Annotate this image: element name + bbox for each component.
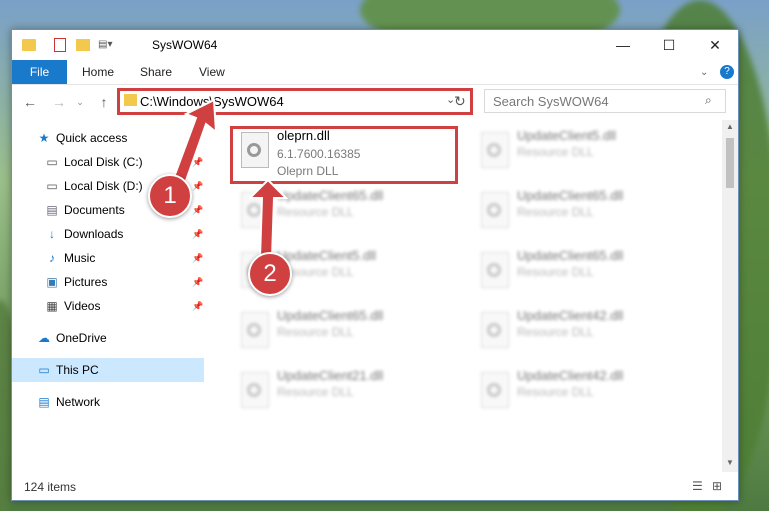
tab-file[interactable]: File xyxy=(12,60,67,84)
cloud-icon: ☁ xyxy=(38,331,50,345)
title-bar: ▤▾ SysWOW64 — ☐ ✕ xyxy=(12,30,738,60)
ribbon-tabs: File Home Share View ⌄ ? xyxy=(12,60,738,85)
step-2-badge: 2 xyxy=(248,252,292,296)
dll-file-icon xyxy=(481,372,509,408)
scroll-down-icon[interactable]: ▼ xyxy=(726,458,734,467)
status-bar: 124 items ☰ ⊞ xyxy=(12,474,738,500)
file-item[interactable]: UpdateClient65.dll Resource DLL xyxy=(231,304,451,356)
sidebar-item-this-pc[interactable]: ▭ This PC xyxy=(12,358,204,382)
dll-file-icon xyxy=(481,312,509,348)
sidebar-item-videos[interactable]: ▦ Videos 📌 xyxy=(12,294,204,318)
up-arrow-icon[interactable]: ↑ xyxy=(94,92,114,112)
expand-ribbon-icon[interactable]: ⌄ xyxy=(700,60,708,84)
file-highlight xyxy=(230,126,458,184)
back-arrow-icon[interactable]: ← xyxy=(20,92,40,112)
scrollbar-thumb[interactable] xyxy=(726,138,734,188)
music-icon: ♪ xyxy=(49,251,55,265)
search-placeholder: Search SysWOW64 xyxy=(493,94,609,109)
sidebar-item-onedrive[interactable]: ☁ OneDrive xyxy=(12,326,204,350)
pin-icon[interactable]: 📌 xyxy=(192,301,203,312)
tab-share[interactable]: Share xyxy=(140,60,172,84)
details-view-icon[interactable]: ☰ xyxy=(692,479,703,493)
pin-icon[interactable]: 📌 xyxy=(192,229,203,240)
file-item[interactable]: UpdateClient65.dll Resource DLL xyxy=(471,244,691,296)
dll-file-icon xyxy=(481,132,509,168)
explorer-window: ▤▾ SysWOW64 — ☐ ✕ File Home Share View ⌄… xyxy=(11,29,739,501)
folder-icon xyxy=(22,39,36,51)
pin-icon[interactable]: 📌 xyxy=(192,205,203,216)
help-icon[interactable]: ? xyxy=(720,60,734,84)
file-item[interactable]: UpdateClient42.dll Resource DLL xyxy=(471,304,691,356)
item-count: 124 items xyxy=(24,480,77,494)
tab-view[interactable]: View xyxy=(199,60,225,84)
pin-icon[interactable]: 📌 xyxy=(192,181,203,192)
scroll-up-icon[interactable]: ▲ xyxy=(726,122,734,131)
search-input[interactable]: Search SysWOW64 ⌕ xyxy=(484,89,726,113)
pin-icon[interactable]: 📌 xyxy=(192,253,203,264)
sidebar-item-pictures[interactable]: ▣ Pictures 📌 xyxy=(12,270,204,294)
file-item[interactable]: UpdateClient42.dll Resource DLL xyxy=(471,364,691,416)
network-icon: ▤ xyxy=(38,395,50,409)
large-icons-view-icon[interactable]: ⊞ xyxy=(712,479,722,493)
tab-home[interactable]: Home xyxy=(82,60,114,84)
documents-icon: ▤ xyxy=(46,203,58,217)
pin-icon[interactable]: 📌 xyxy=(192,277,203,288)
pin-icon[interactable]: 📌 xyxy=(192,157,203,168)
file-item[interactable]: UpdateClient65.dll Resource DLL xyxy=(471,184,691,236)
maximize-button[interactable]: ☐ xyxy=(646,30,692,60)
pictures-icon: ▣ xyxy=(46,275,58,289)
new-folder-icon[interactable] xyxy=(76,39,90,51)
sidebar-item-network[interactable]: ▤ Network xyxy=(12,390,204,414)
download-icon: ↓ xyxy=(49,227,55,241)
minimize-button[interactable]: — xyxy=(600,30,646,60)
address-bar-highlight xyxy=(117,88,473,115)
pc-icon: ▭ xyxy=(38,363,50,377)
file-item[interactable]: UpdateClient21.dll Resource DLL xyxy=(231,364,451,416)
file-item[interactable]: UpdateClient5.dll Resource DLL xyxy=(471,124,691,176)
drive-icon: ▭ xyxy=(46,179,58,193)
navigation-pane: ★ Quick access ▭ Local Disk (C:) 📌 ▭ Loc… xyxy=(12,120,204,472)
properties-icon[interactable] xyxy=(54,38,66,52)
sidebar-item-music[interactable]: ♪ Music 📌 xyxy=(12,246,204,270)
dll-file-icon xyxy=(481,192,509,228)
file-item[interactable]: UpdateClient65.dll Resource DLL xyxy=(231,184,451,236)
sidebar-item-local-disk-c[interactable]: ▭ Local Disk (C:) 📌 xyxy=(12,150,204,174)
videos-icon: ▦ xyxy=(46,299,58,313)
window-title: SysWOW64 xyxy=(152,38,218,52)
sidebar-item-downloads[interactable]: ↓ Downloads 📌 xyxy=(12,222,204,246)
forward-arrow-icon[interactable]: → xyxy=(49,92,69,112)
recent-locations-icon[interactable]: ⌄ xyxy=(70,92,90,112)
sidebar-item-quick-access[interactable]: ★ Quick access xyxy=(12,126,204,150)
dll-file-icon xyxy=(241,312,269,348)
drive-icon: ▭ xyxy=(46,155,58,169)
search-icon[interactable]: ⌕ xyxy=(705,93,712,108)
customize-toolbar-icon[interactable]: ▤▾ xyxy=(98,39,122,55)
dll-file-icon xyxy=(241,192,269,228)
step-1-badge: 1 xyxy=(148,174,192,218)
star-icon: ★ xyxy=(38,131,50,145)
close-button[interactable]: ✕ xyxy=(692,30,738,60)
vertical-scrollbar[interactable]: ▲ ▼ xyxy=(722,120,738,472)
dll-file-icon xyxy=(241,372,269,408)
dll-file-icon xyxy=(481,252,509,288)
